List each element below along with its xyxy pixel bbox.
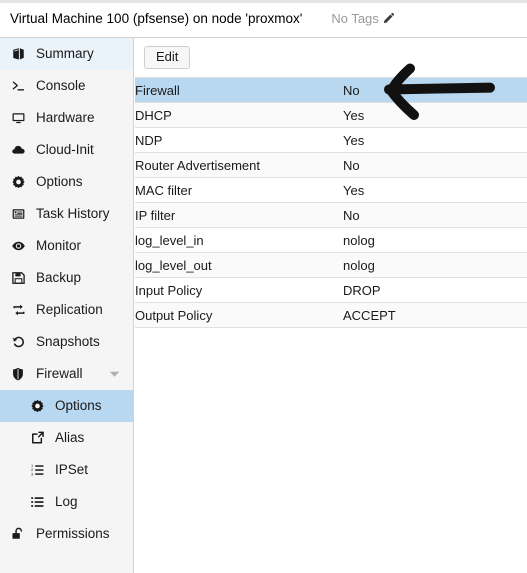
sidebar-item-label: IPSet — [55, 462, 89, 478]
table-row[interactable]: NDP Yes — [135, 127, 527, 153]
monitor-icon — [11, 110, 28, 126]
option-value: Yes — [343, 102, 527, 128]
sidebar-item-label: Backup — [36, 270, 82, 286]
sidebar-item-label: Options — [36, 174, 83, 190]
option-value: DROP — [343, 277, 527, 303]
sidebar-item-cloud-init[interactable]: Cloud-Init — [0, 134, 133, 166]
sidebar-item-task-history[interactable]: Task History — [0, 198, 133, 230]
sidebar-item-label: Replication — [36, 302, 103, 318]
table-row[interactable]: IP filter No — [135, 202, 527, 228]
window-top-edge — [0, 0, 527, 3]
sidebar-item-permissions[interactable]: Permissions — [0, 518, 133, 550]
unlock-icon — [11, 526, 28, 542]
option-key: MAC filter — [135, 177, 343, 203]
terminal-icon — [11, 78, 28, 94]
sidebar-item-label: Task History — [36, 206, 110, 222]
cloud-icon — [11, 142, 28, 158]
sidebar-item-label: Summary — [36, 46, 94, 62]
option-key: Firewall — [135, 77, 343, 103]
book-icon — [11, 46, 28, 62]
option-key: NDP — [135, 127, 343, 153]
sidebar-item-label: Firewall — [36, 366, 83, 382]
tags-group[interactable]: No Tags — [331, 11, 394, 26]
eye-icon — [11, 238, 28, 254]
content-toolbar: Edit — [135, 38, 527, 77]
sidebar-item-options[interactable]: Options — [0, 166, 133, 198]
sidebar-item-snapshots[interactable]: Snapshots — [0, 326, 133, 358]
option-key: Output Policy — [135, 302, 343, 328]
external-link-icon — [30, 430, 47, 446]
sidebar-item-replication[interactable]: Replication — [0, 294, 133, 326]
option-value: Yes — [343, 127, 527, 153]
sidebar-item-log[interactable]: Log — [0, 486, 133, 518]
svg-text:3: 3 — [31, 472, 33, 476]
sidebar-item-label: Monitor — [36, 238, 82, 254]
sidebar-item-ipset[interactable]: 1 2 3 IPSet — [0, 454, 133, 486]
sidebar-item-alias[interactable]: Alias — [0, 422, 133, 454]
page-title: Virtual Machine 100 (pfsense) on node 'p… — [10, 11, 303, 26]
option-value: nolog — [343, 227, 527, 253]
table-row[interactable]: Output Policy ACCEPT — [135, 302, 527, 328]
option-value: No — [343, 202, 527, 228]
sidebar-item-label: Hardware — [36, 110, 95, 126]
option-key: Input Policy — [135, 277, 343, 303]
main-content: Edit Firewall No DHCP Yes NDP Yes Router Adver… — [135, 38, 527, 573]
option-key: log_level_in — [135, 227, 343, 253]
shield-icon — [11, 366, 28, 382]
sidebar-item-summary[interactable]: Summary — [0, 38, 133, 70]
sidebar[interactable]: Summary Console Hardware Cloud-Init Options T… — [0, 38, 134, 573]
list-doc-icon — [11, 206, 28, 222]
sidebar-item-monitor[interactable]: Monitor — [0, 230, 133, 262]
table-row[interactable]: DHCP Yes — [135, 102, 527, 128]
floppy-icon — [11, 270, 28, 286]
sidebar-item-label: Log — [55, 494, 78, 510]
sidebar-item-console[interactable]: Console — [0, 70, 133, 102]
chevron-down-icon[interactable] — [109, 370, 120, 378]
option-value: No — [343, 77, 527, 103]
option-key: log_level_out — [135, 252, 343, 278]
option-value: ACCEPT — [343, 302, 527, 328]
option-value: Yes — [343, 177, 527, 203]
window-header: Virtual Machine 100 (pfsense) on node 'p… — [0, 0, 527, 38]
sidebar-item-label: Permissions — [36, 526, 110, 542]
sidebar-item-hardware[interactable]: Hardware — [0, 102, 133, 134]
sidebar-item-label: Snapshots — [36, 334, 100, 350]
sidebar-item-label: Options — [55, 398, 102, 414]
sidebar-item-label: Alias — [55, 430, 85, 446]
table-row[interactable]: Router Advertisement No — [135, 152, 527, 178]
gear-icon — [30, 398, 47, 414]
sidebar-item-firewall[interactable]: Firewall — [0, 358, 133, 390]
tags-label: No Tags — [331, 11, 379, 26]
gear-icon — [11, 174, 28, 190]
sidebar-item-label: Console — [36, 78, 86, 94]
sidebar-item-options[interactable]: Options — [0, 390, 133, 422]
unordered-list-icon — [30, 494, 47, 510]
table-row[interactable]: MAC filter Yes — [135, 177, 527, 203]
replication-icon — [11, 302, 28, 318]
sidebar-item-backup[interactable]: Backup — [0, 262, 133, 294]
ordered-list-icon: 123 — [30, 462, 47, 478]
table-row[interactable]: log_level_out nolog — [135, 252, 527, 278]
option-value: nolog — [343, 252, 527, 278]
history-icon — [11, 334, 28, 350]
option-value: No — [343, 152, 527, 178]
table-row[interactable]: Firewall No — [135, 77, 527, 103]
sidebar-item-label: Cloud-Init — [36, 142, 94, 158]
pencil-icon[interactable] — [382, 12, 395, 25]
option-key: Router Advertisement — [135, 152, 343, 178]
firewall-options-table: Firewall No DHCP Yes NDP Yes Router Advertisem… — [135, 77, 527, 328]
table-row[interactable]: log_level_in nolog — [135, 227, 527, 253]
edit-button[interactable]: Edit — [144, 45, 191, 70]
option-key: IP filter — [135, 202, 343, 228]
option-key: DHCP — [135, 102, 343, 128]
table-row[interactable]: Input Policy DROP — [135, 277, 527, 303]
